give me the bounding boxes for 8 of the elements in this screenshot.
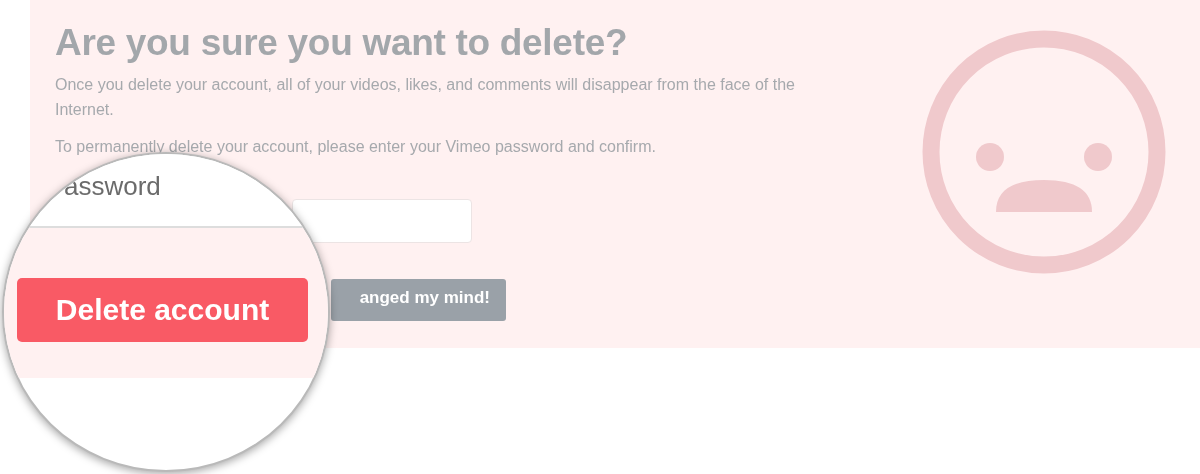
field-label: assword bbox=[64, 171, 161, 202]
paragraph: To permanently delete your account, please enter your Vimeo password and confirm. bbox=[55, 137, 657, 157]
cancel-button[interactable]: anged my mind! bbox=[331, 279, 506, 321]
heading: Are you sure you want to delete? bbox=[55, 22, 629, 64]
paragraph: Once you delete your account, all of your videos, likes, and comments will disappear from the face of the Internet. bbox=[55, 75, 796, 120]
sad-face-icon bbox=[922, 30, 1166, 274]
password-field[interactable] bbox=[292, 199, 472, 243]
delete-account-button[interactable]: Delete account bbox=[17, 278, 308, 342]
